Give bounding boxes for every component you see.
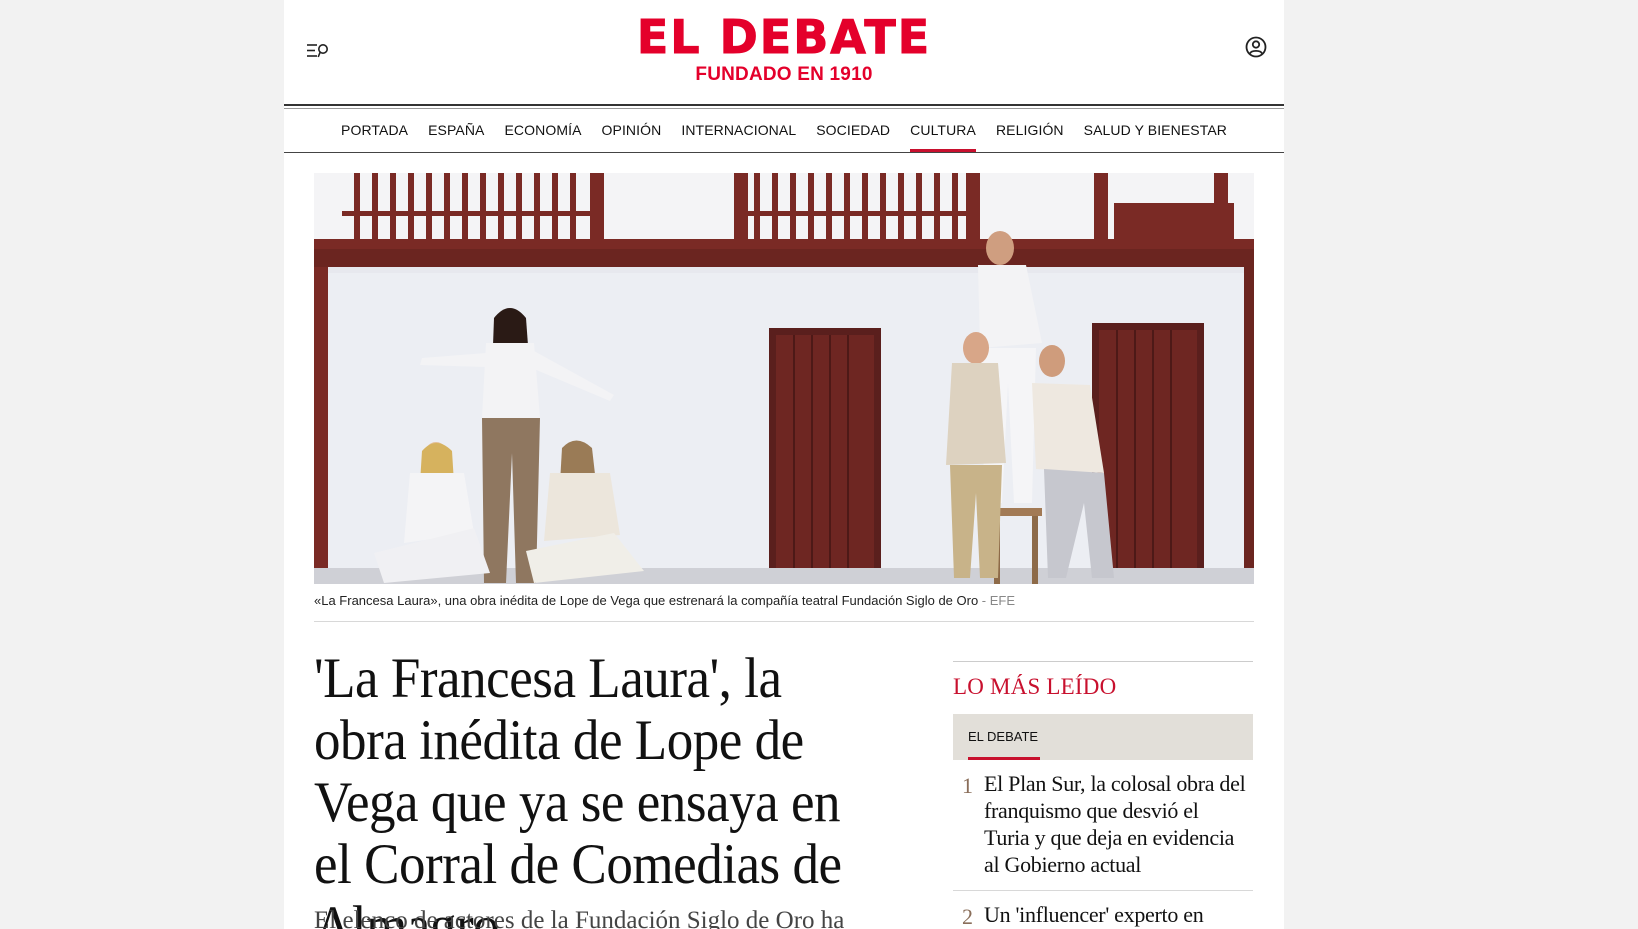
caption-text: «La Francesa Laura», una obra inédita de… [314,593,979,608]
nav-item-espana[interactable]: ESPAÑA [428,109,484,151]
list-item[interactable]: 1 El Plan Sur, la colosal obra del franq… [953,760,1253,891]
article-title: 'La Francesa Laura', la obra inédita de … [314,647,842,929]
nav-item-religion[interactable]: RELIGIÓN [996,109,1064,151]
nav-item-opinion[interactable]: OPINIÓN [602,109,662,151]
logo-subtitle: FUNDADO EN 1910 [695,64,873,85]
nav-item-sociedad[interactable]: SOCIEDAD [816,109,890,151]
site-logo[interactable]: EL DEBATE FUNDADO EN 1910 [579,14,989,88]
rank-number: 1 [962,773,973,798]
hero-caption: «La Francesa Laura», una obra inédita de… [314,593,1254,608]
rank-headline[interactable]: El Plan Sur, la colosal obra del franqui… [984,770,1247,878]
tab-el-debate[interactable]: EL DEBATE [968,714,1041,760]
site-header: EL DEBATE FUNDADO EN 1910 [284,0,1284,104]
hero-image [314,173,1254,584]
caption-credit: - EFE [978,593,1016,608]
sidebar-divider [953,661,1253,662]
user-circle-icon[interactable] [1244,35,1268,59]
article-subtitle: El elenco de actores de la Fundación Sig… [314,907,845,929]
nav-item-internacional[interactable]: INTERNACIONAL [681,109,796,151]
most-read-sidebar: LO MÁS LEÍDO EL DEBATE 1 El Plan Sur, la… [953,661,1253,929]
rank-number: 2 [962,904,973,929]
menu-search-icon[interactable] [306,42,330,60]
sidebar-tab-bar: EL DEBATE [953,714,1253,760]
caption-divider [314,621,1254,622]
nav-item-salud-y-bienestar[interactable]: SALUD Y BIENESTAR [1084,109,1227,151]
page: EL DEBATE FUNDADO EN 1910 PORTADA ESPAÑA E… [284,0,1284,929]
nav-item-cultura[interactable]: CULTURA [910,109,976,152]
list-item[interactable]: 2 Un 'influencer' experto en física desv… [953,891,1253,929]
nav-item-economia[interactable]: ECONOMÍA [504,109,581,151]
rank-headline[interactable]: Un 'influencer' experto en física desvel… [984,901,1247,929]
nav-item-portada[interactable]: PORTADA [341,109,408,151]
sidebar-title: LO MÁS LEÍDO [953,674,1117,699]
section-nav: PORTADA ESPAÑA ECONOMÍA OPINIÓN INTERNACIONA… [284,109,1284,153]
header-divider [284,104,1284,106]
logo-title: EL DEBATE [636,10,932,64]
